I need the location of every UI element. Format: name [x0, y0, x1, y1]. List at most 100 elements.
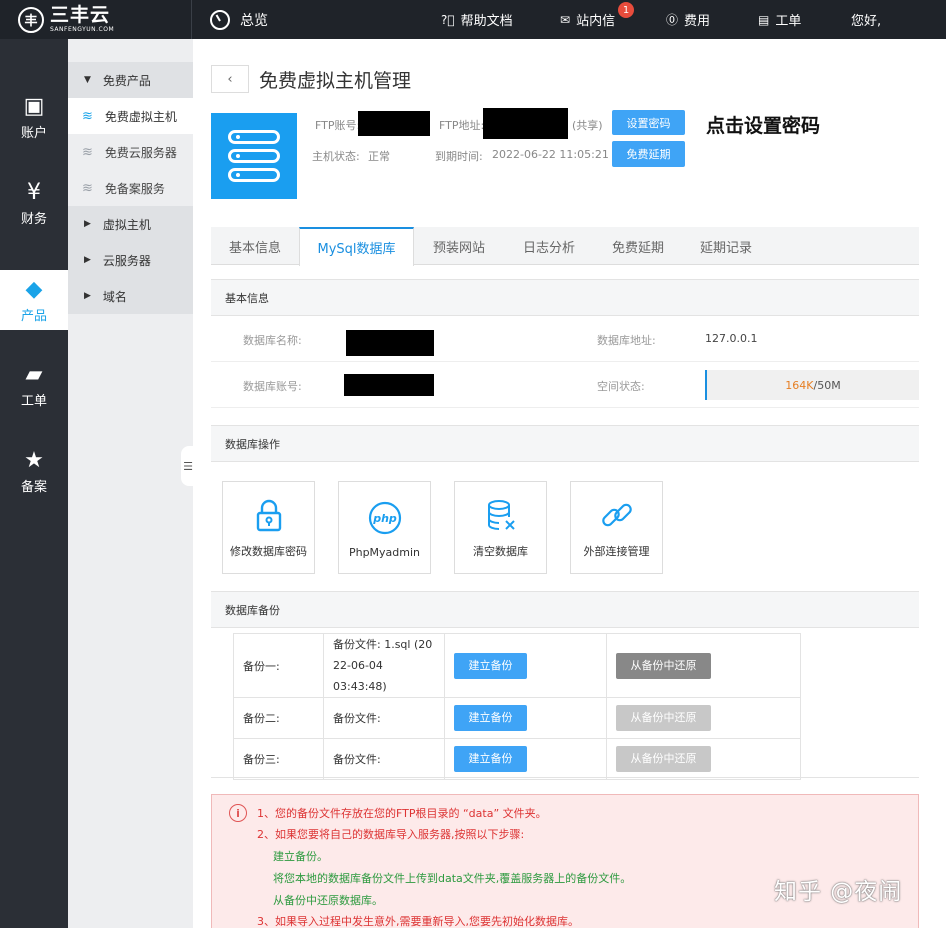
tab-bar: 基本信息 MySql数据库 预装网站 日志分析 免费延期 延期记录 — [211, 227, 919, 266]
watermark: 知乎 @夜闹 — [774, 879, 903, 905]
notice-line-1: 1、您的备份文件存放在您的FTP根目录的 “data” 文件夹。 — [257, 807, 547, 820]
main-content: ‹ 免费虚拟主机管理 FTP账号: FTP地址: (共享) 设置密码 点击设置密… — [193, 39, 946, 928]
db-address-value: 127.0.0.1 — [705, 332, 758, 345]
server-icon — [211, 113, 297, 199]
restore-backup-button[interactable]: 从备份中还原 — [616, 705, 711, 731]
page-title: 免费虚拟主机管理 — [259, 70, 412, 92]
submenu-group-label: 云服务器 — [102, 253, 151, 268]
caret-right-icon: ▶ — [84, 255, 91, 265]
layers-icon: ≋ — [82, 180, 93, 196]
chevron-left-icon: ‹ — [227, 71, 233, 87]
backup-file-line2: 22-06-04 03:43:48) — [333, 659, 387, 693]
tab-mysql[interactable]: MySql数据库 — [299, 227, 414, 266]
section-db-operations: 数据库操作 — [211, 425, 919, 462]
create-backup-button[interactable]: 建立备份 — [454, 652, 527, 679]
notice-step-3: 从备份中还原数据库。 — [273, 894, 383, 907]
overview-label: 总览 — [240, 12, 268, 29]
rail-item-product[interactable]: ◆ 产品 — [0, 270, 68, 330]
tab-basic-info[interactable]: 基本信息 — [211, 227, 299, 265]
product-submenu: ▼ 免费产品 ≋ 免费虚拟主机 ≋ 免费云服务器 ≋ 免备案服务 ▶ 虚拟主机 … — [68, 39, 193, 928]
top-bar: 丰 三丰云 SANFENGYUN.COM 总览 ?⃝ 帮助文档 ✉ 站内信 1 … — [0, 0, 946, 39]
tab-log-analysis[interactable]: 日志分析 — [504, 227, 594, 265]
change-db-password-card[interactable]: 修改数据库密码 — [222, 481, 315, 574]
submenu-group-free[interactable]: ▼ 免费产品 — [68, 62, 193, 98]
greeting-label: 您好, — [851, 14, 882, 29]
record-icon: ★ — [24, 447, 44, 473]
message-count-badge: 1 — [618, 2, 634, 18]
rail-item-record[interactable]: ★ 备案 — [0, 441, 68, 501]
db-info-row: 数据库名称: 数据库地址: 127.0.0.1 — [211, 316, 919, 362]
card-label: 清空数据库 — [473, 545, 528, 558]
logo-name: 三丰云 — [50, 4, 111, 26]
dashboard-icon — [210, 9, 230, 30]
phpmyadmin-card[interactable]: php PhpMyadmin — [338, 481, 431, 574]
tickets-link[interactable]: ▤ 工单 — [758, 0, 801, 39]
backup-name: 备份三: — [233, 738, 324, 780]
fees-label: 费用 — [684, 14, 711, 29]
rail-item-account[interactable]: ▣ 账户 — [0, 87, 68, 147]
database-clear-icon — [487, 500, 515, 530]
submenu-group-vhost[interactable]: ▶ 虚拟主机 — [68, 206, 193, 242]
rail-item-finance[interactable]: ¥ 财务 — [0, 173, 68, 233]
tab-free-extend[interactable]: 免费延期 — [594, 227, 682, 265]
caret-down-icon: ▼ — [84, 75, 91, 85]
submenu-item-free-cloud[interactable]: ≋ 免费云服务器 — [68, 134, 193, 170]
notice-step-2: 将您本地的数据库备份文件上传到data文件夹,覆盖服务器上的备份文件。 — [273, 872, 632, 885]
submenu-group-label: 域名 — [102, 289, 127, 304]
logo[interactable]: 丰 三丰云 SANFENGYUN.COM — [0, 0, 192, 39]
logo-mark-icon: 丰 — [18, 6, 44, 33]
free-extend-button[interactable]: 免费延期 — [612, 141, 685, 167]
shared-tag: (共享) — [572, 119, 603, 132]
divider — [211, 777, 919, 778]
backup-row: 备份二: 备份文件: 建立备份 从备份中还原 — [233, 697, 801, 739]
submenu-group-domain[interactable]: ▶ 域名 — [68, 278, 193, 314]
layers-icon: ≋ — [82, 144, 93, 160]
fees-link[interactable]: ⓪ 费用 — [666, 0, 710, 39]
yen-circle-icon: ⓪ — [666, 13, 679, 27]
rail-label: 财务 — [20, 211, 47, 227]
backup-row: 备份三: 备份文件: 建立备份 从备份中还原 — [233, 738, 801, 780]
user-greeting[interactable]: 您好, — [851, 0, 881, 39]
ftp-account-label: FTP账号: — [315, 119, 361, 132]
submenu-item-no-record[interactable]: ≋ 免备案服务 — [68, 170, 193, 206]
host-status-value: 正常 — [368, 150, 390, 163]
set-password-button[interactable]: 设置密码 — [612, 110, 685, 135]
backup-file: 备份文件: 1.sql (20 22-06-04 03:43:48) — [323, 633, 445, 698]
back-button[interactable]: ‹ — [211, 65, 249, 93]
backup-notice: i 1、您的备份文件存放在您的FTP根目录的 “data” 文件夹。 2、如果您… — [211, 794, 919, 928]
tab-extend-records[interactable]: 延期记录 — [682, 227, 770, 265]
clear-database-card[interactable]: 清空数据库 — [454, 481, 547, 574]
restore-backup-button[interactable]: 从备份中还原 — [616, 652, 711, 679]
backup-row: 备份一: 备份文件: 1.sql (20 22-06-04 03:43:48) … — [233, 633, 801, 698]
overview-link[interactable]: 总览 — [210, 0, 268, 39]
help-docs-link[interactable]: ?⃝ 帮助文档 — [441, 0, 513, 39]
rail-label: 账户 — [20, 125, 47, 141]
db-name-redacted — [346, 330, 434, 356]
messages-label: 站内信 — [576, 14, 616, 29]
create-backup-button[interactable]: 建立备份 — [454, 746, 527, 772]
db-account-redacted — [344, 374, 434, 396]
restore-backup-button[interactable]: 从备份中还原 — [616, 746, 711, 772]
ftp-account-redacted — [358, 111, 430, 136]
external-connection-card[interactable]: 外部连接管理 — [570, 481, 663, 574]
set-password-callout: 点击设置密码 — [706, 115, 821, 137]
messages-link[interactable]: ✉ 站内信 — [560, 0, 615, 39]
logo-domain: SANFENGYUN.COM — [50, 26, 115, 33]
card-label: 修改数据库密码 — [230, 545, 307, 558]
tab-preinstalled-sites[interactable]: 预装网站 — [414, 227, 504, 265]
rail-label: 备案 — [20, 479, 47, 495]
lock-icon — [256, 499, 281, 532]
db-info-row: 数据库账号: 空间状态: 164K/50M — [211, 362, 919, 408]
rail-item-ticket[interactable]: ▰ 工单 — [0, 355, 68, 415]
backup-name: 备份一: — [233, 633, 324, 698]
submenu-item-free-vhost[interactable]: ≋ 免费虚拟主机 — [68, 98, 193, 134]
submenu-item-label: 免费云服务器 — [104, 145, 177, 160]
space-status-label: 空间状态: — [597, 380, 645, 393]
submenu-item-label: 免备案服务 — [104, 181, 165, 196]
layers-icon: ≋ — [82, 108, 93, 124]
create-backup-button[interactable]: 建立备份 — [454, 705, 527, 731]
submenu-group-cloud[interactable]: ▶ 云服务器 — [68, 242, 193, 278]
db-account-label: 数据库账号: — [243, 380, 302, 393]
space-usage-bar: 164K/50M — [705, 370, 919, 400]
space-used: 164K — [785, 378, 814, 392]
